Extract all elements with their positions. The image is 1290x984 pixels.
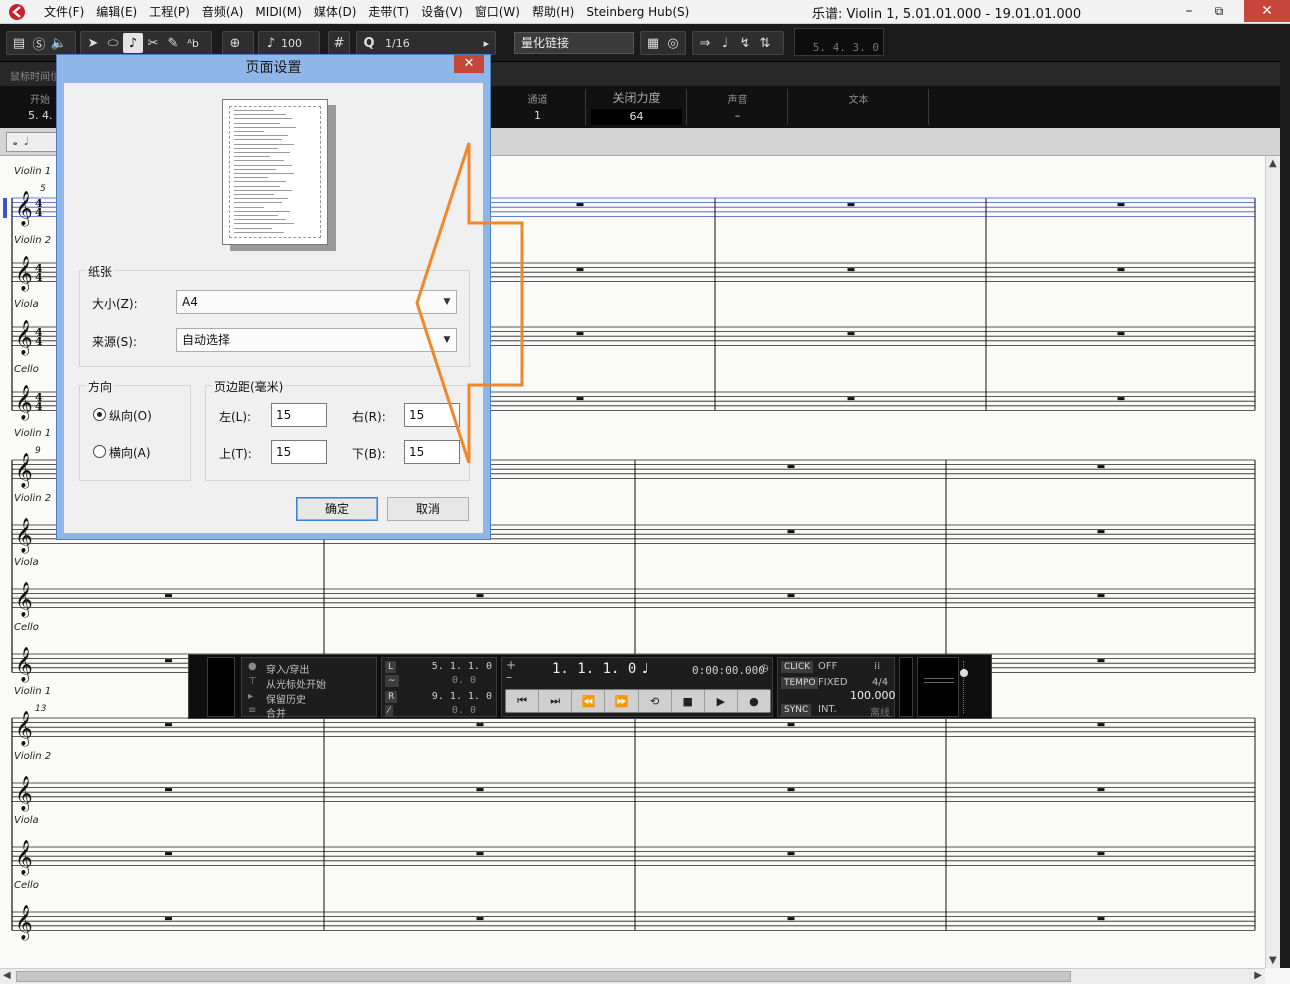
transport-meter [207,657,235,717]
meter-line [924,682,954,683]
tempo-mode[interactable]: FIXED [818,677,848,688]
sync-value[interactable]: INT. [818,704,837,715]
click-label[interactable]: CLICK [781,661,814,673]
transport-buttons: ⏮ ⏭ ⏪ ⏩ ⟲ ■ ▶ ● [505,689,771,713]
output-meter [917,657,959,717]
cycle-icon[interactable]: ⟲ [639,690,672,712]
play-icon[interactable]: ▶ [705,690,738,712]
annotation-arrow-overlay [415,142,524,464]
annotation-arrow-icon [415,142,524,464]
tempo-section: CLICK OFF ⁞⁞ TEMPO FIXED 4/4 100.000 SYN… [777,657,896,719]
sync-offline: 离线 [870,708,890,719]
left-locator-value[interactable]: 5. 1. 1. 0 [432,661,492,672]
history-play-icon: ▸ [248,691,254,702]
cursor-start-icon: ⊤ [248,676,257,687]
note-format-icon[interactable]: ♩ [642,661,649,677]
tempo-label[interactable]: TEMPO [781,677,819,689]
click-value[interactable]: OFF [818,661,837,672]
start-at-cursor[interactable]: 从光标处开始 [266,676,326,691]
record-icon[interactable]: ● [738,690,770,712]
volume-slider[interactable] [960,661,969,713]
stop-icon[interactable]: ■ [672,690,705,712]
go-to-end-icon[interactable]: ⏭ [539,690,573,712]
meter-line [924,678,954,679]
punch-in-out[interactable]: 穿入/穿出 [266,661,309,676]
right-offset-value: 0. 0 [451,705,476,716]
tempo-value[interactable]: 100.000 [850,689,896,702]
transport-separator [899,657,913,717]
right-locator-icon[interactable]: R [385,691,398,703]
sync-label[interactable]: SYNC [781,704,812,716]
keep-history[interactable]: 保留历史 [266,691,306,706]
left-locator-icon[interactable]: L [385,661,397,673]
click-settings-icon[interactable]: ⁞⁞ [874,661,880,672]
go-to-start-icon[interactable]: ⏮ [506,690,540,712]
secondary-time[interactable]: 0:00:00.000 [692,664,765,677]
volume-slider-knob[interactable] [960,669,968,677]
left-offset-icon: ~ [385,675,399,687]
transport-panel: ● 穿入/穿出 ⊤ 从光标处开始 ▸ 保留历史 ≡ 合并 L 5. 1. 1. … [188,654,992,720]
zoom-minus-icon[interactable]: – [506,670,512,684]
locators: L 5. 1. 1. 0 ~ 0. 0 R 9. 1. 1. 0 ⁄ 0. 0 [381,657,497,717]
merge-icon: ≡ [248,705,257,716]
fast-forward-icon[interactable]: ⏩ [605,690,639,712]
rewind-icon[interactable]: ⏪ [572,690,606,712]
record-dot-icon: ● [248,661,257,672]
record-options: ● 穿入/穿出 ⊤ 从光标处开始 ▸ 保留历史 ≡ 合并 [241,657,377,720]
left-offset-value: 0. 0 [451,675,476,686]
merge[interactable]: 合并 [266,705,286,720]
right-offset-icon: ⁄ [385,705,393,717]
primary-position[interactable]: 1. 1. 1. 0 [552,661,636,677]
time-signature[interactable]: 4/4 [872,677,888,688]
clock-icon[interactable]: ◷ [760,663,769,674]
right-locator-value[interactable]: 9. 1. 1. 0 [432,691,492,702]
